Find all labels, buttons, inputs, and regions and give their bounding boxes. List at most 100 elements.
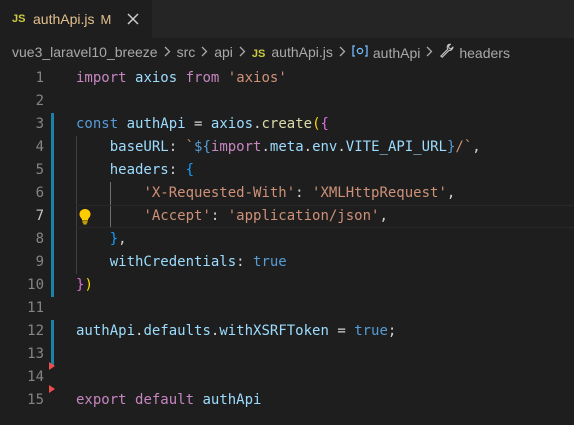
- code-token: :: [295, 185, 313, 201]
- code-token: ${: [194, 139, 211, 155]
- line-number: 14: [27, 369, 44, 385]
- code-token: .: [337, 139, 346, 155]
- gutter-modified-marker[interactable]: [51, 136, 54, 159]
- line-number: 12: [27, 323, 44, 339]
- code-token: axios: [135, 70, 178, 86]
- tab-title: authApi.js: [33, 11, 95, 27]
- breadcrumb-property-label: headers: [459, 45, 510, 61]
- code-token: true: [354, 323, 388, 339]
- code-token: withCredentials: [109, 254, 237, 270]
- code-line[interactable]: 14: [0, 366, 574, 389]
- code-line[interactable]: 12 authApi.defaults.withXSRFToken = true;: [0, 320, 574, 343]
- breadcrumb-api[interactable]: api: [214, 44, 233, 60]
- code-token: axios: [210, 116, 254, 132]
- code-token: ;: [387, 323, 397, 339]
- code-line[interactable]: 9 withCredentials: true: [0, 251, 574, 274]
- code-token: const: [76, 116, 119, 132]
- code-token: default: [135, 392, 195, 408]
- js-file-icon: JS: [12, 13, 26, 25]
- code-token: export: [76, 392, 127, 408]
- symbol-variable-icon: [352, 44, 368, 58]
- code-line[interactable]: 15 export default authApi: [0, 389, 574, 412]
- code-token: 'axios': [227, 70, 287, 86]
- chevron-right-icon: [339, 45, 346, 60]
- code-token: 'Accept': [143, 208, 211, 224]
- line-number: 3: [35, 116, 44, 132]
- code-token: 'XMLHttpRequest': [312, 185, 447, 201]
- gutter-modified-marker[interactable]: [51, 320, 54, 343]
- code-token: .: [261, 139, 270, 155]
- code-text: 'Accept': 'application/json',: [76, 205, 388, 228]
- code-line[interactable]: 10}): [0, 274, 574, 297]
- code-token: }: [109, 231, 119, 247]
- chevron-right-icon: [426, 45, 433, 60]
- code-text: }): [76, 274, 93, 297]
- line-number: 1: [35, 70, 44, 86]
- code-line[interactable]: 8 },: [0, 228, 574, 251]
- code-token: authApi: [126, 116, 186, 132]
- gutter-modified-marker[interactable]: [51, 182, 54, 205]
- line-number: 10: [27, 277, 44, 293]
- line-number: 4: [35, 139, 44, 155]
- breadcrumb-property[interactable]: headers: [439, 43, 510, 61]
- code-token: create: [261, 116, 313, 132]
- code-line[interactable]: 2: [0, 90, 574, 113]
- breadcrumb-src[interactable]: src: [177, 44, 196, 60]
- code-text: withCredentials: true: [76, 251, 287, 274]
- code-editor[interactable]: 1 import axios from 'axios' 2 3 const authAp…: [0, 66, 574, 425]
- breadcrumb-file[interactable]: JS authApi.js: [252, 44, 333, 60]
- code-token: :: [168, 162, 186, 178]
- wrench-icon: [439, 43, 454, 58]
- code-token: 'application/json': [227, 208, 380, 224]
- lightbulb-icon[interactable]: [78, 208, 92, 230]
- code-token: 'X-Requested-With': [143, 185, 296, 201]
- breadcrumb-symbol[interactable]: authApi: [352, 44, 420, 61]
- line-number: 2: [35, 93, 44, 109]
- gutter-modified-marker[interactable]: [51, 274, 54, 297]
- code-token: defaults: [143, 323, 211, 339]
- breadcrumb-file-label: authApi.js: [271, 44, 333, 60]
- tab-authapi-js[interactable]: JS authApi.js M: [0, 0, 152, 38]
- code-text: headers: {: [76, 159, 194, 182]
- line-number: 9: [35, 254, 44, 270]
- close-icon[interactable]: [124, 10, 142, 28]
- code-line[interactable]: 11: [0, 297, 574, 320]
- gutter-modified-marker[interactable]: [51, 228, 54, 251]
- code-token: from: [185, 70, 220, 86]
- code-token: .: [253, 116, 262, 132]
- gutter-modified-marker[interactable]: [51, 159, 54, 182]
- code-token: baseURL: [109, 139, 169, 155]
- gutter-modified-marker[interactable]: [51, 205, 54, 228]
- code-line[interactable]: 3 const authApi = axios.create({: [0, 113, 574, 136]
- gutter-deleted-marker[interactable]: [49, 362, 55, 370]
- code-text: },: [76, 228, 127, 251]
- code-token: ,: [379, 208, 388, 224]
- code-line[interactable]: 1 import axios from 'axios': [0, 67, 574, 90]
- code-token: `: [185, 139, 195, 155]
- line-number: 5: [35, 162, 44, 178]
- code-token: ,: [446, 185, 456, 201]
- code-text: 'X-Requested-With': 'XMLHttpRequest',: [76, 182, 455, 205]
- code-line[interactable]: 6 'X-Requested-With': 'XMLHttpRequest',: [0, 182, 574, 205]
- code-token: env: [312, 139, 338, 155]
- chevron-right-icon: [239, 45, 246, 60]
- code-token: .: [303, 139, 313, 155]
- code-line[interactable]: 4 baseURL: `${import.meta.env.VITE_API_U…: [0, 136, 574, 159]
- line-number: 6: [35, 185, 44, 201]
- gutter-modified-marker[interactable]: [51, 113, 54, 136]
- gutter-modified-marker[interactable]: [51, 251, 54, 274]
- code-token: authApi: [76, 323, 136, 339]
- code-text: authApi.defaults.withXSRFToken = true;: [76, 320, 396, 343]
- code-line[interactable]: 5 headers: {: [0, 159, 574, 182]
- code-line[interactable]: 13: [0, 343, 574, 366]
- code-token: {: [320, 116, 329, 132]
- gutter-deleted-marker[interactable]: [49, 385, 55, 393]
- code-token: (: [312, 116, 321, 132]
- breadcrumb-project[interactable]: vue3_laravel10_breeze: [12, 44, 158, 60]
